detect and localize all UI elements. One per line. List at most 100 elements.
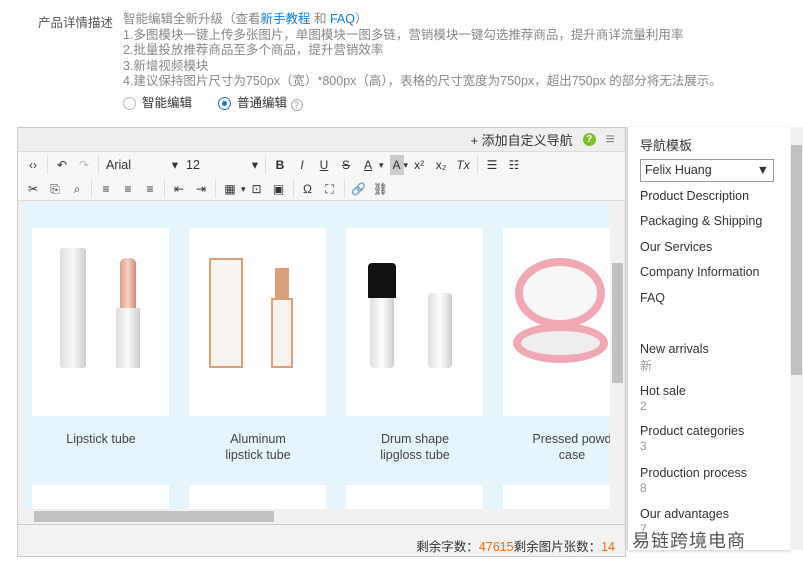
nav-item[interactable]: Product Description (640, 189, 749, 203)
edit-mode-group: 智能编辑 普通编辑 ? (123, 92, 303, 111)
outdent-icon[interactable]: ⇤ (168, 179, 190, 199)
italic-icon[interactable]: I (291, 155, 313, 175)
font-value: Arial (106, 158, 132, 172)
and-text: 和 (310, 12, 330, 26)
caption-sub: lipgloss tube (380, 448, 450, 462)
font-family-select[interactable]: Arial ▾ (102, 155, 182, 175)
product-caption: Drum shape lipgloss tube (340, 431, 490, 463)
tip: 3.新增视频模块 (123, 58, 209, 73)
indent-icon[interactable]: ⇥ (190, 179, 212, 199)
product-image-aluminum-lipstick (189, 228, 326, 416)
align-right-icon[interactable]: ≡ (139, 179, 161, 199)
nav-template-panel: 导航模板 Felix Huang ▼ Product Description Pa… (627, 127, 790, 550)
editor-toolbar: ‹› ↶ ↷ Arial ▾ 12 ▾ B I U S A ▾ A ▾ x² x₂ Tx… (18, 151, 625, 201)
editor-content[interactable]: Lipstick tube Aluminum lipstick tube Drum… (24, 203, 610, 509)
form-label: 产品详情描述 (38, 16, 114, 30)
product-caption: Pressed powd case (497, 431, 610, 463)
undo-icon[interactable]: ↶ (51, 155, 73, 175)
redo-icon[interactable]: ↷ (73, 155, 95, 175)
align-center-icon[interactable]: ≡ (117, 179, 139, 199)
section-label[interactable]: New arrivals (640, 342, 709, 356)
caption-sub: lipstick tube (225, 448, 291, 462)
section-value: 8 (640, 481, 647, 495)
nav-item[interactable]: Our Services (640, 240, 712, 254)
nav-item[interactable]: Packaging & Shipping (640, 214, 762, 228)
fullscreen-icon[interactable]: ⛶ (319, 179, 341, 199)
watermark: 易链跨境电商 (632, 531, 746, 551)
section-value: 3 (640, 439, 647, 453)
help-icon[interactable]: ? (582, 133, 596, 146)
section-label[interactable]: Production process (640, 466, 747, 480)
horizontal-scrollbar[interactable] (18, 509, 625, 524)
radio-normal-edit[interactable]: 普通编辑 ? (218, 92, 303, 111)
caption-title: Drum shape (380, 432, 450, 446)
product-image-drum-lipgloss (346, 228, 483, 416)
product-image (503, 485, 610, 509)
caption-title: Pressed powd (532, 432, 610, 446)
product-image (346, 485, 483, 509)
subscript-icon[interactable]: x₂ (430, 155, 452, 175)
tip: 1.多图模块一键上传多张图片，单图模块一图多链，营销模块一键勾选推荐商品，提升商… (123, 27, 684, 42)
section-label[interactable]: Product categories (640, 424, 744, 438)
link-icon[interactable]: 🔗 (348, 179, 370, 199)
copy-icon[interactable]: ⎘ (44, 179, 66, 199)
product-image-lipstick-tube (32, 228, 169, 416)
section-value: 新 (640, 359, 653, 373)
caption-title: Aluminum (230, 432, 286, 446)
product-image (189, 485, 326, 509)
font-size-select[interactable]: 12 ▾ (182, 155, 262, 175)
add-custom-nav-button[interactable]: + 添加自定义导航 (470, 130, 572, 149)
caption-sub: case (558, 448, 586, 462)
intro-prefix: 智能编辑全新升级（查看 (123, 12, 261, 26)
special-char-icon[interactable]: Ω (297, 179, 319, 199)
intro-text: 智能编辑全新升级（查看新手教程 和 FAQ） 1.多图模块一键上传多张图片，单图… (123, 12, 722, 90)
find-icon[interactable]: ⌕ (66, 179, 88, 199)
source-code-icon[interactable]: ‹› (22, 155, 44, 175)
menu-icon[interactable]: ≡ (606, 131, 615, 149)
nav-item[interactable]: FAQ (640, 291, 665, 305)
strikethrough-icon[interactable]: S (335, 155, 357, 175)
rich-text-editor: + 添加自定义导航 ? ≡ ‹› ↶ ↷ Arial ▾ 12 ▾ B I U S … (17, 127, 626, 557)
clear-format-icon[interactable]: Tx (452, 155, 474, 175)
chars-label: 剩余字数： (416, 540, 479, 554)
align-left-icon[interactable]: ≡ (95, 179, 117, 199)
images-count: 14 (601, 540, 615, 554)
status-bar: 剩余字数：47615剩余图片张数：14 (18, 524, 625, 556)
section-label[interactable]: Our advantages (640, 507, 729, 521)
radio-selected-icon[interactable] (218, 97, 232, 111)
product-image (32, 485, 169, 509)
nav-item[interactable]: Company Information (640, 265, 760, 279)
tutorial-link[interactable]: 新手教程 (261, 12, 311, 26)
product-image-pressed-powder (503, 228, 610, 416)
template-select[interactable]: Felix Huang ▼ (640, 159, 774, 182)
underline-icon[interactable]: U (313, 155, 335, 175)
image-search-icon[interactable]: ⊡ (246, 179, 268, 199)
image-icon[interactable]: ▣ (268, 179, 290, 199)
unlink-icon[interactable]: ⛓ (370, 179, 392, 199)
editor-nav-bar: + 添加自定义导航 ? ≡ (18, 128, 625, 151)
radio-label: 普通编辑 (237, 96, 288, 110)
intro-suffix: ） (355, 12, 368, 26)
table-icon[interactable]: ▦ (219, 179, 241, 199)
caption-title: Lipstick tube (66, 432, 136, 446)
panel-scrollbar[interactable] (790, 127, 803, 550)
chars-count: 47615 (478, 540, 514, 554)
superscript-icon[interactable]: x² (408, 155, 430, 175)
section-label[interactable]: Hot sale (640, 384, 686, 398)
section-value: 2 (640, 399, 647, 413)
radio-label: 智能编辑 (142, 96, 193, 110)
radio-smart-edit[interactable]: 智能编辑 (123, 92, 192, 111)
numbered-list-icon[interactable]: ☷ (503, 155, 525, 175)
select-value: Felix Huang (645, 163, 712, 177)
bold-icon[interactable]: B (269, 155, 291, 175)
bullet-list-icon[interactable]: ☰ (481, 155, 503, 175)
images-label: 剩余图片张数： (513, 540, 602, 554)
background-color-icon[interactable]: A (389, 155, 404, 175)
faq-link[interactable]: FAQ (330, 12, 355, 26)
help-icon[interactable]: ? (290, 99, 303, 111)
panel-title: 导航模板 (640, 138, 693, 153)
vertical-scrollbar[interactable] (610, 203, 625, 509)
cut-icon[interactable]: ✂ (22, 179, 44, 199)
font-color-icon[interactable]: A (357, 155, 379, 175)
radio-icon[interactable] (123, 97, 136, 111)
